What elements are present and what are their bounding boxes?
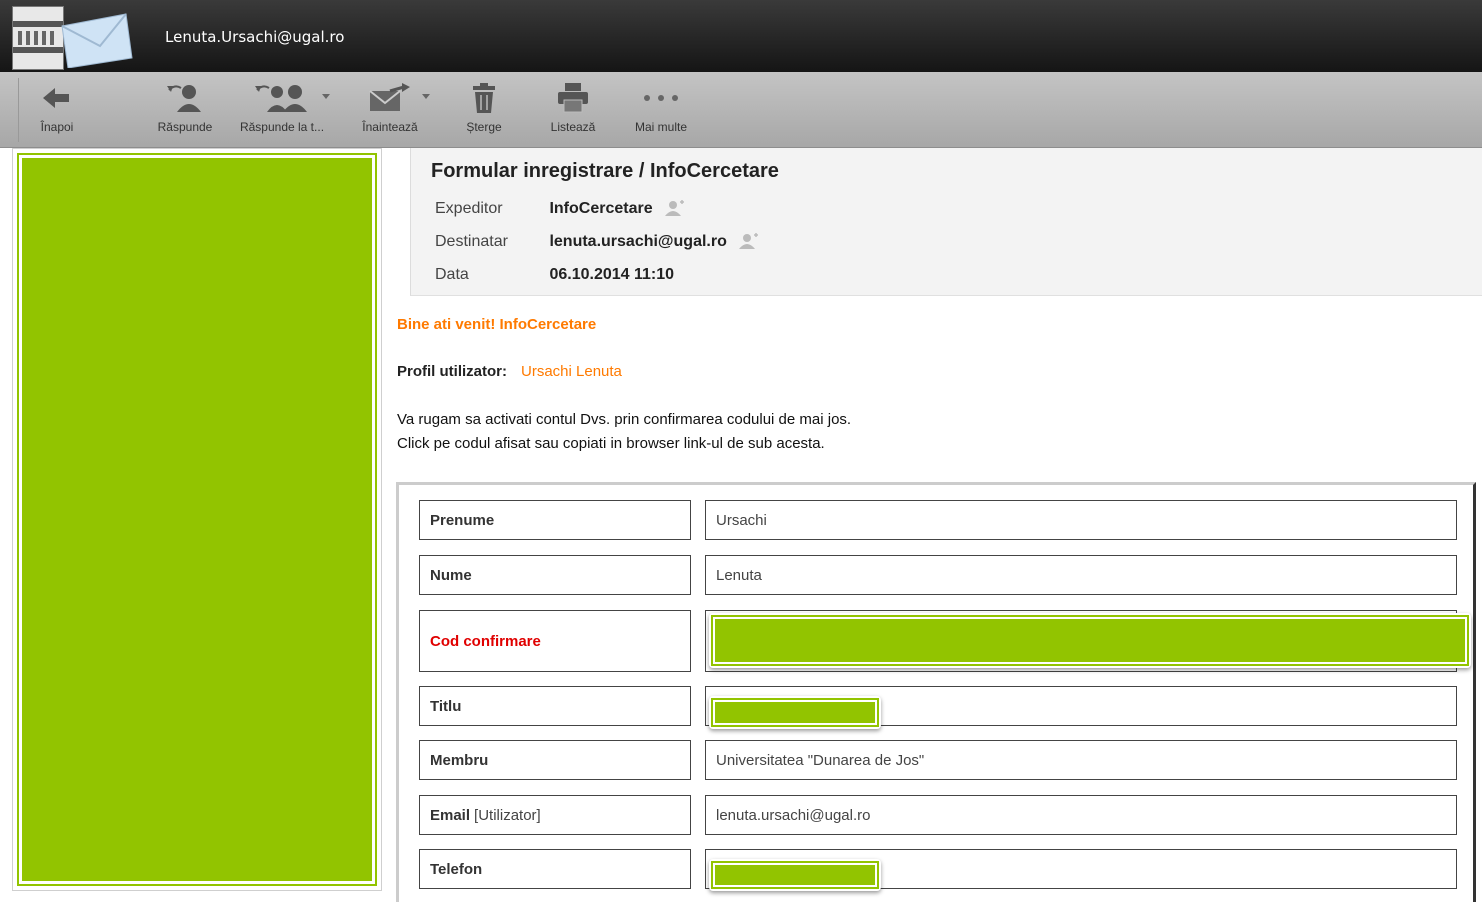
telefon-label: Telefon: [419, 849, 691, 889]
profile-line: Profil utilizator: Ursachi Lenuta: [397, 363, 622, 380]
cod-confirmare-label: Cod confirmare: [419, 610, 691, 672]
date-label: Data: [435, 266, 469, 283]
date-value: 06.10.2014 11:10: [549, 266, 675, 283]
reply-person-icon: [167, 85, 201, 112]
registration-form-table: Prenume Ursachi Nume Lenuta Cod confirma…: [396, 482, 1476, 902]
back-label: Înapoi: [40, 120, 74, 134]
more-button[interactable]: Mai multe: [622, 80, 700, 134]
forward-label: Înaintează: [362, 120, 418, 134]
titlu-redaction: [709, 696, 881, 729]
printer-icon: [558, 83, 588, 113]
to-value[interactable]: lenuta.ursachi@ugal.ro: [549, 233, 726, 250]
email-value: lenuta.ursachi@ugal.ro: [705, 795, 1457, 835]
profile-label: Profil utilizator:: [397, 363, 507, 380]
add-contact-icon[interactable]: [739, 233, 759, 249]
reply-label: Răspunde: [157, 120, 213, 134]
profile-value: Ursachi Lenuta: [521, 363, 622, 380]
titlu-label: Titlu: [419, 686, 691, 726]
reply-all-label: Răspunde la t...: [239, 120, 325, 134]
print-label: Listează: [550, 120, 596, 134]
nume-label: Nume: [419, 555, 691, 595]
email-label: Email [Utilizator]: [419, 795, 691, 835]
redaction-block: [711, 615, 1469, 666]
date-row: Data 06.10.2014 11:10: [435, 266, 674, 284]
from-label: Expeditor: [435, 200, 503, 217]
email-label-text: Email: [430, 806, 471, 824]
redaction-block: [17, 153, 377, 886]
more-dots-icon: [644, 95, 678, 101]
from-row: Expeditor InfoCercetare: [435, 200, 685, 218]
instruction-line-2: Click pe codul afisat sau copiati in bro…: [397, 435, 825, 452]
instruction-line-1: Va rugam sa activati contul Dvs. prin co…: [397, 411, 852, 428]
arrow-left-icon: [43, 88, 69, 108]
mail-envelope-icon: [61, 13, 133, 68]
welcome-text: Bine ati venit! InfoCercetare: [397, 316, 597, 333]
membru-label: Membru: [419, 740, 691, 780]
forward-mail-icon: [369, 83, 410, 111]
cod-redaction: [709, 613, 1471, 668]
toolbar: Înapoi Răspunde Răspunde la t... Înainte…: [0, 72, 1482, 148]
prenume-value: Ursachi: [705, 500, 1457, 540]
back-button[interactable]: Înapoi: [34, 80, 80, 134]
redaction-block: [711, 861, 879, 889]
delete-button[interactable]: Șterge: [454, 80, 514, 134]
forward-dropdown-icon[interactable]: [422, 94, 430, 99]
more-label: Mai multe: [634, 120, 687, 134]
trash-icon: [473, 83, 495, 113]
message-list-panel: [12, 148, 382, 891]
to-label: Destinatar: [435, 233, 508, 250]
reply-all-icon: [255, 85, 307, 112]
separator: [18, 78, 19, 142]
print-button[interactable]: Listează: [540, 80, 606, 134]
email-label-note: [Utilizator]: [474, 806, 541, 824]
message-body: Bine ati venit! InfoCercetare Profil uti…: [384, 296, 1482, 902]
add-contact-icon[interactable]: [665, 200, 685, 216]
account-email: Lenuta.Ursachi@ugal.ro: [165, 28, 345, 46]
telefon-redaction: [709, 859, 881, 891]
delete-label: Șterge: [466, 120, 502, 134]
membru-value: Universitatea "Dunarea de Jos": [705, 740, 1457, 780]
reply-button[interactable]: Răspunde: [148, 80, 222, 134]
forward-button[interactable]: Înaintează: [350, 80, 430, 134]
to-row: Destinatar lenuta.ursachi@ugal.ro: [435, 233, 759, 251]
reply-all-dropdown-icon[interactable]: [322, 94, 330, 99]
reply-all-button[interactable]: Răspunde la t...: [230, 80, 334, 134]
from-value[interactable]: InfoCercetare: [549, 200, 652, 217]
prenume-label: Prenume: [419, 500, 691, 540]
message-subject: Formular inregistrare / InfoCercetare: [431, 160, 779, 182]
nume-value: Lenuta: [705, 555, 1457, 595]
message-header: Formular inregistrare / InfoCercetare Ex…: [410, 148, 1482, 296]
title-bar: Lenuta.Ursachi@ugal.ro: [0, 0, 1482, 72]
redaction-block: [711, 698, 879, 727]
